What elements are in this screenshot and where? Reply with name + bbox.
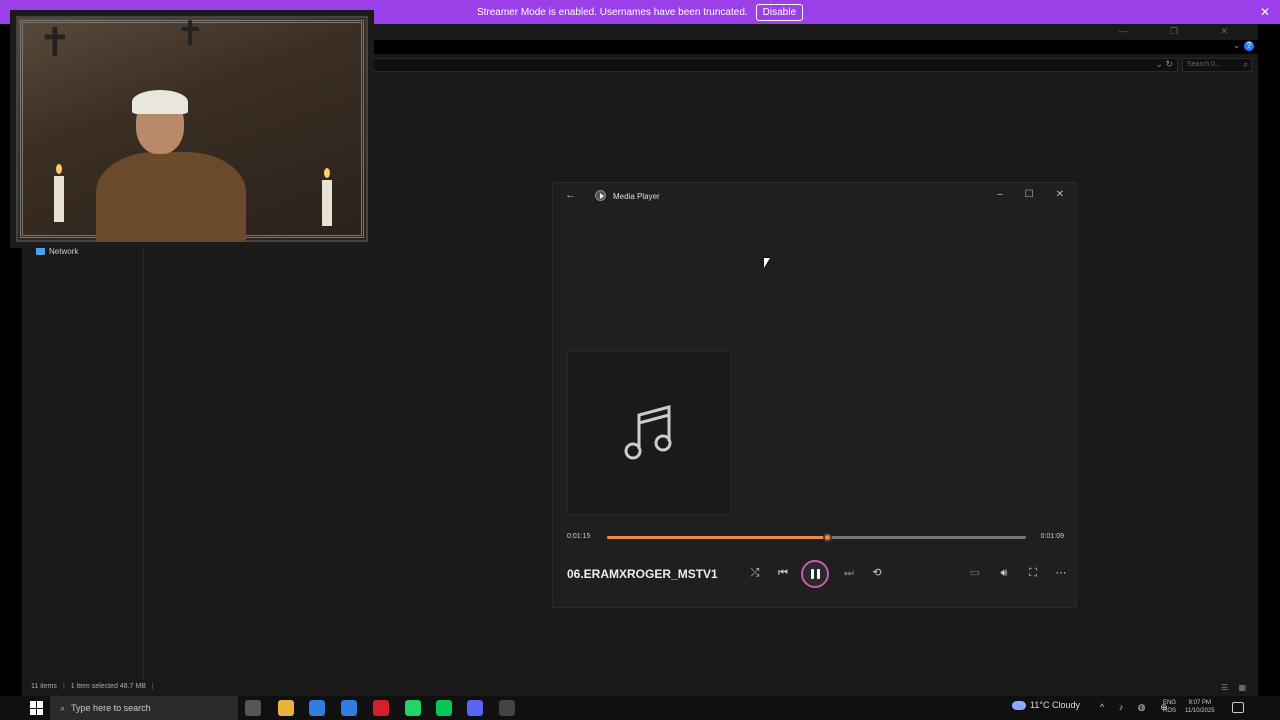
weather-text: 11°C Cloudy <box>1030 700 1080 710</box>
maximize-icon[interactable]: ☐ <box>1025 189 1034 200</box>
store-icon[interactable] <box>309 700 325 716</box>
search-icon: ⌕ <box>60 702 66 713</box>
album-art <box>567 351 731 515</box>
back-arrow-icon[interactable]: ← <box>565 189 576 201</box>
mail-icon[interactable] <box>341 700 357 716</box>
file-explorer-icon[interactable] <box>278 700 294 716</box>
close-icon[interactable]: ✕ <box>1260 5 1270 19</box>
clock-time: 9:07 PM <box>1188 700 1211 706</box>
explorer-search-placeholder: Search 0... <box>1187 61 1221 68</box>
music-note-icon <box>624 405 672 460</box>
seek-thumb[interactable] <box>822 533 832 542</box>
streamer-body <box>96 152 246 242</box>
help-icon[interactable]: ? <box>1244 41 1254 51</box>
mouse-cursor-icon <box>764 258 770 268</box>
weather-widget[interactable]: 11°C Cloudy <box>1012 700 1080 710</box>
refresh-icon[interactable]: ⌄ ↻ <box>1155 59 1173 70</box>
cloud-icon <box>1012 700 1026 710</box>
disable-button[interactable]: Disable <box>755 3 804 21</box>
media-player-window: ← Media Player – ☐ ✕ 0:01:15 0:01:09 06.… <box>552 182 1077 608</box>
close-icon[interactable]: ✕ <box>1056 189 1064 200</box>
search-icon: ⌕ <box>1243 60 1248 69</box>
media-player-icon[interactable] <box>499 700 515 716</box>
status-selection: 1 item selected 48.7 MB <box>70 683 146 690</box>
more-options-icon[interactable]: ⋯ <box>1053 565 1069 581</box>
webcam-overlay: ✝ ✝ ✝ <box>10 10 374 248</box>
previous-track-icon[interactable]: ⏮ <box>775 565 791 581</box>
miniplayer-icon[interactable]: ▭ <box>967 565 983 581</box>
remaining-time: 0:01:09 <box>1040 533 1064 540</box>
minimize-icon[interactable]: – <box>997 189 1003 200</box>
seek-bar[interactable] <box>607 533 1026 542</box>
cross-icon: ✝ <box>176 14 205 54</box>
discord-icon[interactable] <box>467 700 483 716</box>
network-icon <box>36 247 45 255</box>
explorer-search-input[interactable]: Search 0... ⌕ <box>1182 58 1252 72</box>
view-toggle-icons[interactable]: ☰ ▦ <box>1221 683 1250 692</box>
banner-message: Streamer Mode is enabled. Usernames have… <box>476 6 748 18</box>
flame-icon <box>56 164 62 174</box>
task-view-icon[interactable] <box>245 700 261 716</box>
notification-center-icon[interactable] <box>1232 702 1244 713</box>
track-title: 06.ERAMXROGER_MSTV1 <box>567 567 718 581</box>
line-icon[interactable] <box>436 700 452 716</box>
candle-icon <box>54 176 64 222</box>
cross-icon: ✝ <box>38 20 72 66</box>
clock-date: 11/10/2025 <box>1185 708 1215 714</box>
opera-icon[interactable] <box>373 700 389 716</box>
repeat-icon[interactable]: ⟲ <box>869 565 885 581</box>
ribbon-expand-icon[interactable]: ⌄? <box>1233 41 1254 51</box>
elapsed-time: 0:01:15 <box>567 533 591 540</box>
candle-icon <box>322 180 332 226</box>
whatsapp-icon[interactable] <box>405 700 421 716</box>
taskbar-clock[interactable]: 9:07 PM 11/10/2025 <box>1185 699 1215 715</box>
media-player-title: Media Player <box>613 192 660 201</box>
taskbar-search-placeholder: Type here to search <box>71 703 151 713</box>
media-player-titlebar: ← Media Player – ☐ ✕ <box>553 183 1076 209</box>
explorer-status-bar: 11 items | 1 item selected 48.7 MB | ☰ ▦ <box>22 680 1258 696</box>
media-player-logo-icon <box>595 190 606 201</box>
seek-progress <box>607 536 827 539</box>
keyboard-layout: ROS <box>1163 708 1177 714</box>
language-code: ENG <box>1163 700 1177 706</box>
pause-button[interactable] <box>801 560 829 588</box>
streamer-beanie <box>132 90 188 114</box>
next-track-icon[interactable]: ⏭ <box>841 565 857 581</box>
address-input[interactable]: ⌄ ↻ <box>372 58 1178 72</box>
flame-icon <box>324 168 330 178</box>
volume-icon[interactable]: 🔊︎ <box>996 565 1012 581</box>
shuffle-icon[interactable]: ⤮ <box>747 565 763 581</box>
language-indicator[interactable]: ENG ROS <box>1163 699 1176 715</box>
fullscreen-icon[interactable]: ⛶ <box>1025 565 1041 581</box>
status-item-count: 11 items <box>31 683 57 690</box>
taskbar-search-input[interactable]: ⌕ Type here to search <box>50 696 238 720</box>
explorer-window-controls[interactable]: — ❐ ✕ <box>1118 26 1248 37</box>
windows-start-icon[interactable] <box>30 701 44 715</box>
taskbar: ⌕ Type here to search 11°C Cloudy ^ ♪ ◍ … <box>0 696 1280 720</box>
